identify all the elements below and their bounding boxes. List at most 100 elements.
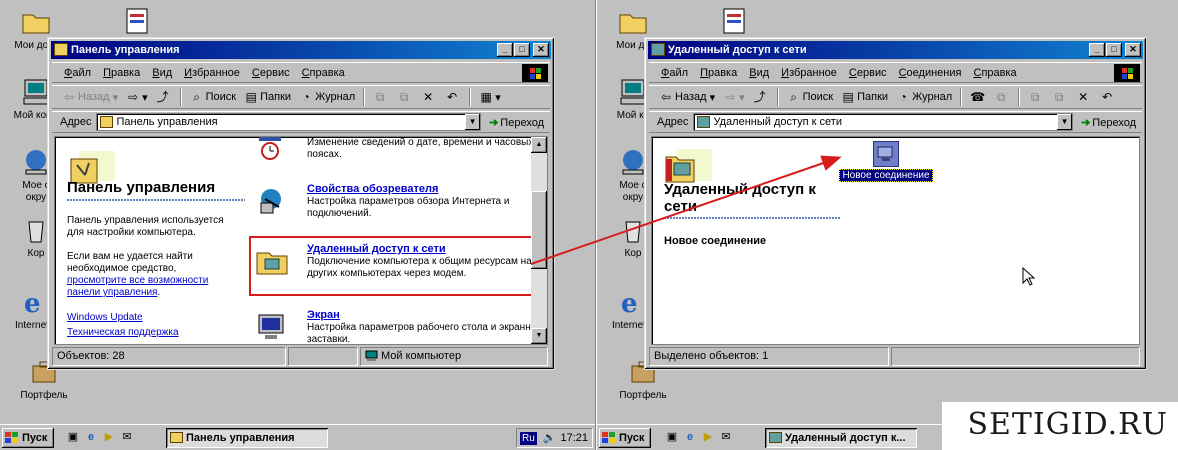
undo-button[interactable]: ↶ <box>1100 90 1116 104</box>
dial-button[interactable]: ☎ <box>970 90 986 104</box>
forward-button[interactable]: ⇨ ▾ <box>723 90 745 104</box>
move-to-button[interactable]: ⧉ <box>1028 90 1044 104</box>
menu-edit[interactable]: Правка <box>103 67 140 79</box>
media-icon[interactable]: ▶ <box>701 430 715 444</box>
forward-button[interactable]: ⇨ ▾ <box>126 90 148 104</box>
windows-update-link[interactable]: Windows Update <box>67 312 237 324</box>
control-panel-window: Панель управления _ □ ✕ Файл Правка Вид … <box>47 37 555 370</box>
standard-toolbar: ⇦ Назад ▾ ⇨ ▾ ⤴ ⌕ Поиск ▤ Папки ◔ Журнал ⧉ ⧉ … <box>52 85 550 109</box>
start-label: Пуск <box>22 432 48 444</box>
item-description: Настройка параметров рабочего стола и эк… <box>307 322 542 345</box>
minimize-button[interactable]: _ <box>1089 43 1105 57</box>
address-dropdown-button[interactable]: ▼ <box>465 114 481 130</box>
volume-icon[interactable]: 🔈 <box>543 432 557 444</box>
disconnect-button[interactable]: ⧉ <box>994 90 1010 104</box>
menu-favorites[interactable]: Избранное <box>184 67 240 79</box>
menu-view[interactable]: Вид <box>152 67 172 79</box>
address-input[interactable]: Панель управления ▼ <box>95 113 482 131</box>
desktop-icon[interactable]: ▣ <box>665 430 679 444</box>
taskbar-item-control-panel[interactable]: Панель управления <box>166 428 328 448</box>
menu-help[interactable]: Справка <box>973 67 1016 79</box>
journal-button[interactable]: ◔ Журнал <box>299 90 355 104</box>
back-button[interactable]: ⇦ Назад ▾ <box>659 90 715 104</box>
list-item-date-time[interactable]: Изменение сведений о дате, времени и час… <box>255 137 545 161</box>
up-button[interactable]: ⤴ <box>753 90 769 104</box>
search-button[interactable]: ⌕ Поиск <box>787 90 833 104</box>
media-icon[interactable]: ▶ <box>102 430 116 444</box>
item-name[interactable]: Экран <box>307 309 340 321</box>
journal-button[interactable]: ◔ Журнал <box>896 90 952 104</box>
control-panel-icon <box>170 432 183 443</box>
address-value: Панель управления <box>116 116 218 128</box>
desktop-icon[interactable]: ▣ <box>66 430 80 444</box>
maximize-button[interactable]: □ <box>514 43 530 57</box>
vertical-scrollbar[interactable]: ▲ ▼ <box>531 137 547 344</box>
desktop-icon-network-doc[interactable] <box>98 6 176 40</box>
back-arrow-icon: ⇦ <box>63 90 75 104</box>
menu-tools[interactable]: Сервис <box>252 67 290 79</box>
copy-to-button[interactable]: ⧉ <box>1052 90 1068 104</box>
menu-connections[interactable]: Соединения <box>899 67 962 79</box>
folders-icon: ▤ <box>842 90 854 104</box>
scroll-thumb[interactable] <box>531 191 547 269</box>
menu-favorites[interactable]: Избранное <box>781 67 837 79</box>
status-zone: Мой компьютер <box>360 347 548 366</box>
list-item-display[interactable]: Экран Настройка параметров рабочего стол… <box>255 309 545 345</box>
start-button[interactable]: Пуск <box>2 428 54 448</box>
windows-flag-icon <box>602 432 616 444</box>
go-button[interactable]: ➔ Переход <box>489 116 544 129</box>
window-titlebar[interactable]: Удаленный доступ к сети _ □ ✕ <box>648 41 1143 59</box>
clock[interactable]: 17:21 <box>560 429 588 447</box>
outlook-icon[interactable]: ✉ <box>719 430 733 444</box>
menu-file[interactable]: Файл <box>661 67 688 79</box>
delete-button[interactable]: ✕ <box>421 90 437 104</box>
history-icon: ◔ <box>899 90 907 104</box>
computer-icon <box>365 350 378 361</box>
folders-button[interactable]: ▤ Папки <box>244 90 291 104</box>
address-input[interactable]: Удаленный доступ к сети ▼ <box>692 113 1074 131</box>
period: . <box>157 287 161 298</box>
up-button[interactable]: ⤴ <box>156 90 172 104</box>
menu-bar: Файл Правка Вид Избранное Сервис Справка <box>52 62 550 83</box>
delete-button[interactable]: ✕ <box>1076 90 1092 104</box>
close-button[interactable]: ✕ <box>533 43 549 57</box>
go-button[interactable]: ➔ Переход <box>1081 116 1136 129</box>
menu-help[interactable]: Справка <box>302 67 345 79</box>
list-item-internet-options[interactable]: Свойства обозревателя Настройка параметр… <box>255 183 545 219</box>
folders-button[interactable]: ▤ Папки <box>841 90 888 104</box>
outlook-icon[interactable]: ✉ <box>120 430 134 444</box>
close-button[interactable]: ✕ <box>1125 43 1141 57</box>
ie-icon[interactable]: e <box>84 430 98 444</box>
back-button[interactable]: ⇦ Назад ▾ <box>62 90 118 104</box>
maximize-button[interactable]: □ <box>1106 43 1122 57</box>
show-all-link[interactable]: просмотрите все возможности панели управ… <box>67 275 208 298</box>
ie-icon[interactable]: e <box>683 430 697 444</box>
tech-support-link[interactable]: Техническая поддержка <box>67 327 237 339</box>
scroll-up-button[interactable]: ▲ <box>531 137 547 153</box>
desktop-icon-network-doc[interactable] <box>695 6 773 40</box>
delete-icon: ✕ <box>423 90 434 104</box>
undo-button[interactable]: ↶ <box>445 90 461 104</box>
move-to-button[interactable]: ⧉ <box>373 90 389 104</box>
start-button[interactable]: Пуск <box>599 428 651 448</box>
views-button[interactable]: ▦ ▾ <box>479 90 501 104</box>
menu-file[interactable]: Файл <box>64 67 91 79</box>
folder-icon <box>22 14 50 34</box>
dialup-icon <box>769 432 782 443</box>
taskbar-item-dialup[interactable]: Удаленный доступ к... <box>765 428 917 448</box>
language-indicator[interactable]: Ru <box>520 432 537 445</box>
dial-icon: ☎ <box>970 90 986 104</box>
address-dropdown-button[interactable]: ▼ <box>1057 114 1073 130</box>
webview-divider <box>664 217 840 219</box>
menu-edit[interactable]: Правка <box>700 67 737 79</box>
item-name[interactable]: Свойства обозревателя <box>307 183 438 195</box>
menu-tools[interactable]: Сервис <box>849 67 887 79</box>
scroll-down-button[interactable]: ▼ <box>531 328 547 344</box>
internet-options-icon <box>260 189 281 214</box>
menu-view[interactable]: Вид <box>749 67 769 79</box>
new-connection-item[interactable]: Новое соединение <box>838 141 934 182</box>
window-titlebar[interactable]: Панель управления _ □ ✕ <box>51 41 551 59</box>
search-button[interactable]: ⌕ Поиск <box>190 90 236 104</box>
copy-to-button[interactable]: ⧉ <box>397 90 413 104</box>
minimize-button[interactable]: _ <box>497 43 513 57</box>
